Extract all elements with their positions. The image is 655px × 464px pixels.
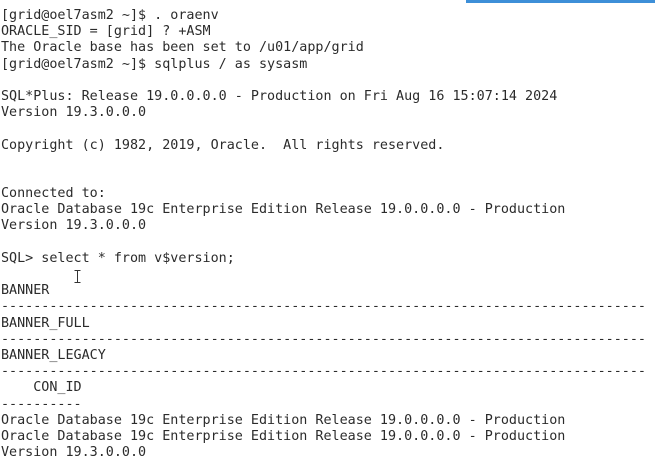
scroll-position-indicator bbox=[466, 0, 655, 3]
connected-to-line: Connected to: bbox=[1, 186, 106, 202]
text-cursor-icon bbox=[74, 270, 81, 283]
column-separator: ---------- bbox=[1, 396, 82, 412]
column-header-con-id: CON_ID bbox=[1, 380, 82, 396]
prompt-line-sqlplus: [grid@oel7asm2 ~]$ sqlplus / as sysasm bbox=[1, 56, 308, 72]
sqlplus-release-line: SQL*Plus: Release 19.0.0.0.0 - Productio… bbox=[1, 88, 558, 104]
database-edition-line: Oracle Database 19c Enterprise Edition R… bbox=[1, 202, 566, 218]
sqlplus-version-line: Version 19.3.0.0.0 bbox=[1, 105, 147, 121]
oracle-sid-line: ORACLE_SID = [grid] ? +ASM bbox=[1, 24, 211, 40]
result-row-banner: Oracle Database 19c Enterprise Edition R… bbox=[1, 412, 566, 428]
prompt-line-oraenv: [grid@oel7asm2 ~]$ . oraenv bbox=[1, 8, 219, 23]
result-row-version: Version 19.3.0.0.0 bbox=[1, 445, 147, 461]
result-row-banner-full: Oracle Database 19c Enterprise Edition R… bbox=[1, 428, 566, 444]
column-separator: ----------------------------------------… bbox=[1, 364, 646, 380]
column-header-banner-legacy: BANNER_LEGACY bbox=[1, 347, 106, 363]
column-separator: ----------------------------------------… bbox=[1, 299, 646, 315]
column-separator: ----------------------------------------… bbox=[1, 331, 646, 347]
sql-query-line: SQL> select * from v$version; bbox=[1, 250, 235, 266]
database-version-line: Version 19.3.0.0.0 bbox=[1, 218, 147, 234]
oracle-base-line: The Oracle base has been set to /u01/app… bbox=[1, 40, 364, 56]
copyright-line: Copyright (c) 1982, 2019, Oracle. All ri… bbox=[1, 137, 445, 153]
column-header-banner: BANNER bbox=[1, 283, 50, 299]
terminal-window[interactable]: [grid@oel7asm2 ~]$ . oraenv ORACLE_SID = … bbox=[0, 0, 655, 464]
column-header-banner-full: BANNER_FULL bbox=[1, 315, 90, 331]
terminal-output[interactable]: [grid@oel7asm2 ~]$ . oraenv ORACLE_SID = … bbox=[1, 8, 646, 461]
